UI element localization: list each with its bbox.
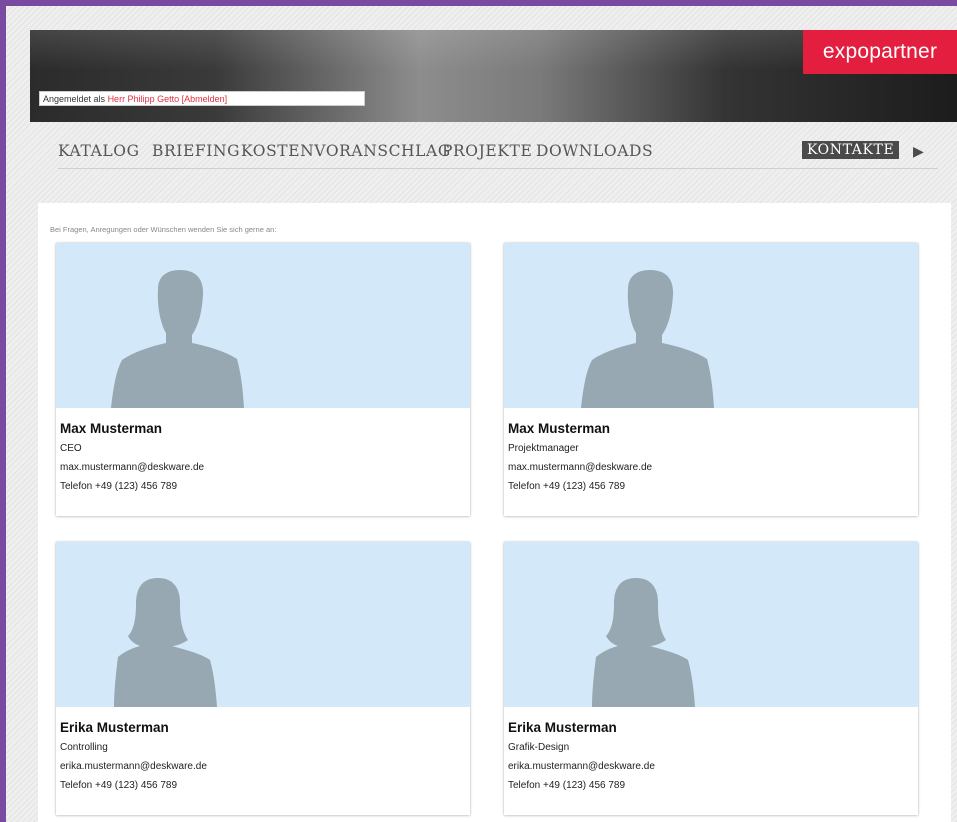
male-silhouette-icon <box>581 270 714 408</box>
nav-item-downloads[interactable]: DOWNLOADS <box>536 142 653 160</box>
contact-photo <box>56 542 470 707</box>
contact-phone: Telefon +49 (123) 456 789 <box>60 780 178 791</box>
nav-item-katalog[interactable]: KATALOG <box>58 142 140 160</box>
female-silhouette-icon <box>114 578 217 707</box>
contact-role: Grafik-Design <box>508 742 570 753</box>
contact-role: CEO <box>60 443 82 454</box>
login-prefix: Angemeldet als <box>43 94 106 104</box>
contact-name: Max Musterman <box>508 421 611 436</box>
contact-info: Max Musterman CEO max.mustermann@deskwar… <box>60 421 204 496</box>
contact-card: Erika Musterman Controlling erika.muster… <box>56 542 470 815</box>
contact-photo <box>56 243 470 408</box>
contact-name: Erika Musterman <box>508 720 617 735</box>
contact-photo <box>504 243 918 408</box>
brand-logo[interactable]: expopartner <box>803 30 957 74</box>
contact-card: Max Musterman Projektmanager max.musterm… <box>504 243 918 516</box>
contact-role: Controlling <box>60 742 108 753</box>
nav-item-projekte[interactable]: PROJEKTE <box>442 142 532 160</box>
nav-item-briefing[interactable]: BRIEFING <box>152 142 240 160</box>
contact-name: Erika Musterman <box>60 720 169 735</box>
contact-photo <box>504 542 918 707</box>
contact-role: Projektmanager <box>508 443 579 454</box>
login-status: Angemeldet als Herr Philipp Getto [Abmel… <box>39 91 365 106</box>
contact-phone: Telefon +49 (123) 456 789 <box>60 481 178 492</box>
male-silhouette-icon <box>111 270 244 408</box>
contact-name: Max Musterman <box>60 421 163 436</box>
contact-card: Erika Musterman Grafik-Design erika.must… <box>504 542 918 815</box>
contact-info: Erika Musterman Controlling erika.muster… <box>60 720 207 795</box>
logout-link[interactable]: [Abmelden] <box>182 94 228 104</box>
logged-in-user[interactable]: Herr Philipp Getto <box>108 94 180 104</box>
intro-text: Bei Fragen, Anregungen oder Wünschen wen… <box>50 225 277 234</box>
page-frame: Angemeldet als Herr Philipp Getto [Abmel… <box>6 6 957 822</box>
nav-item-kostenvoranschlag[interactable]: KOSTENVORANSCHLAG <box>241 142 451 160</box>
contact-info: Max Musterman Projektmanager max.musterm… <box>508 421 652 496</box>
contact-email[interactable]: erika.mustermann@deskware.de <box>60 757 207 776</box>
contact-phone: Telefon +49 (123) 456 789 <box>508 780 626 791</box>
female-silhouette-icon <box>592 578 695 707</box>
contact-info: Erika Musterman Grafik-Design erika.must… <box>508 720 655 795</box>
contact-email[interactable]: max.mustermann@deskware.de <box>60 458 204 477</box>
nav-item-kontakte[interactable]: KONTAKTE <box>802 141 900 159</box>
contacts-panel: Bei Fragen, Anregungen oder Wünschen wen… <box>38 203 951 822</box>
contact-phone: Telefon +49 (123) 456 789 <box>508 481 626 492</box>
main-nav: KATALOG BRIEFING KOSTENVORANSCHLAG PROJE… <box>58 138 938 169</box>
contact-card: Max Musterman CEO max.mustermann@deskwar… <box>56 243 470 516</box>
contact-email[interactable]: erika.mustermann@deskware.de <box>508 757 655 776</box>
contact-email[interactable]: max.mustermann@deskware.de <box>508 458 652 477</box>
nav-arrow-icon[interactable]: ▶ <box>913 143 924 160</box>
